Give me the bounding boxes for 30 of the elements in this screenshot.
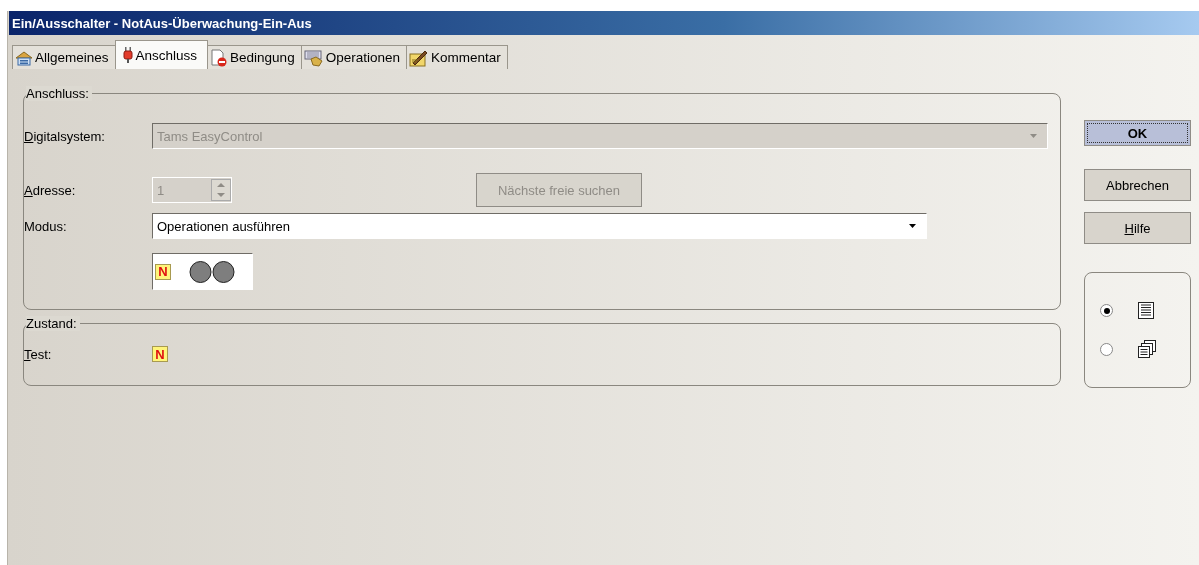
plug-icon <box>121 46 134 64</box>
tab[interactable]: Anschluss <box>114 40 209 69</box>
field-label: Modus: <box>24 218 68 234</box>
notepad-pencil-icon <box>408 48 429 67</box>
house-icon <box>15 49 33 66</box>
window-title: Ein/Ausschalter - NotAus-Überwachung-Ein-Aus <box>12 15 312 31</box>
dropdown-arrow-icon <box>1030 134 1037 138</box>
tab[interactable]: Bedingung <box>207 45 302 69</box>
status-badge: N <box>155 263 171 280</box>
list-icon <box>1138 302 1154 319</box>
spinner-arrows-icon <box>211 179 231 201</box>
document-stop-icon <box>210 48 229 67</box>
mode-dropdown[interactable]: Operationen ausführen <box>152 213 927 239</box>
group-title: Anschluss: <box>26 86 92 101</box>
status-badge: N <box>152 346 168 362</box>
group-title: Zustand: <box>26 316 80 331</box>
tab[interactable]: Operationen <box>300 45 407 69</box>
field-label: Adresse: <box>24 182 77 198</box>
stacked-windows-icon <box>1138 340 1156 358</box>
radio-button[interactable] <box>1100 342 1113 356</box>
dropdown-arrow-icon <box>909 224 916 228</box>
radio-button[interactable] <box>1100 304 1113 317</box>
keyboard-hand-icon <box>303 48 324 67</box>
dialog-button[interactable]: Abbrechen <box>1084 169 1191 201</box>
tab[interactable]: Allgemeines <box>12 45 116 69</box>
field-label: Digitalsystem: <box>24 128 106 144</box>
field-label: Test: <box>24 346 53 362</box>
dialog-button[interactable]: Hilfe <box>1084 212 1191 244</box>
tab[interactable]: Kommentar <box>405 45 508 69</box>
dialog-button[interactable]: OK <box>1084 120 1191 146</box>
